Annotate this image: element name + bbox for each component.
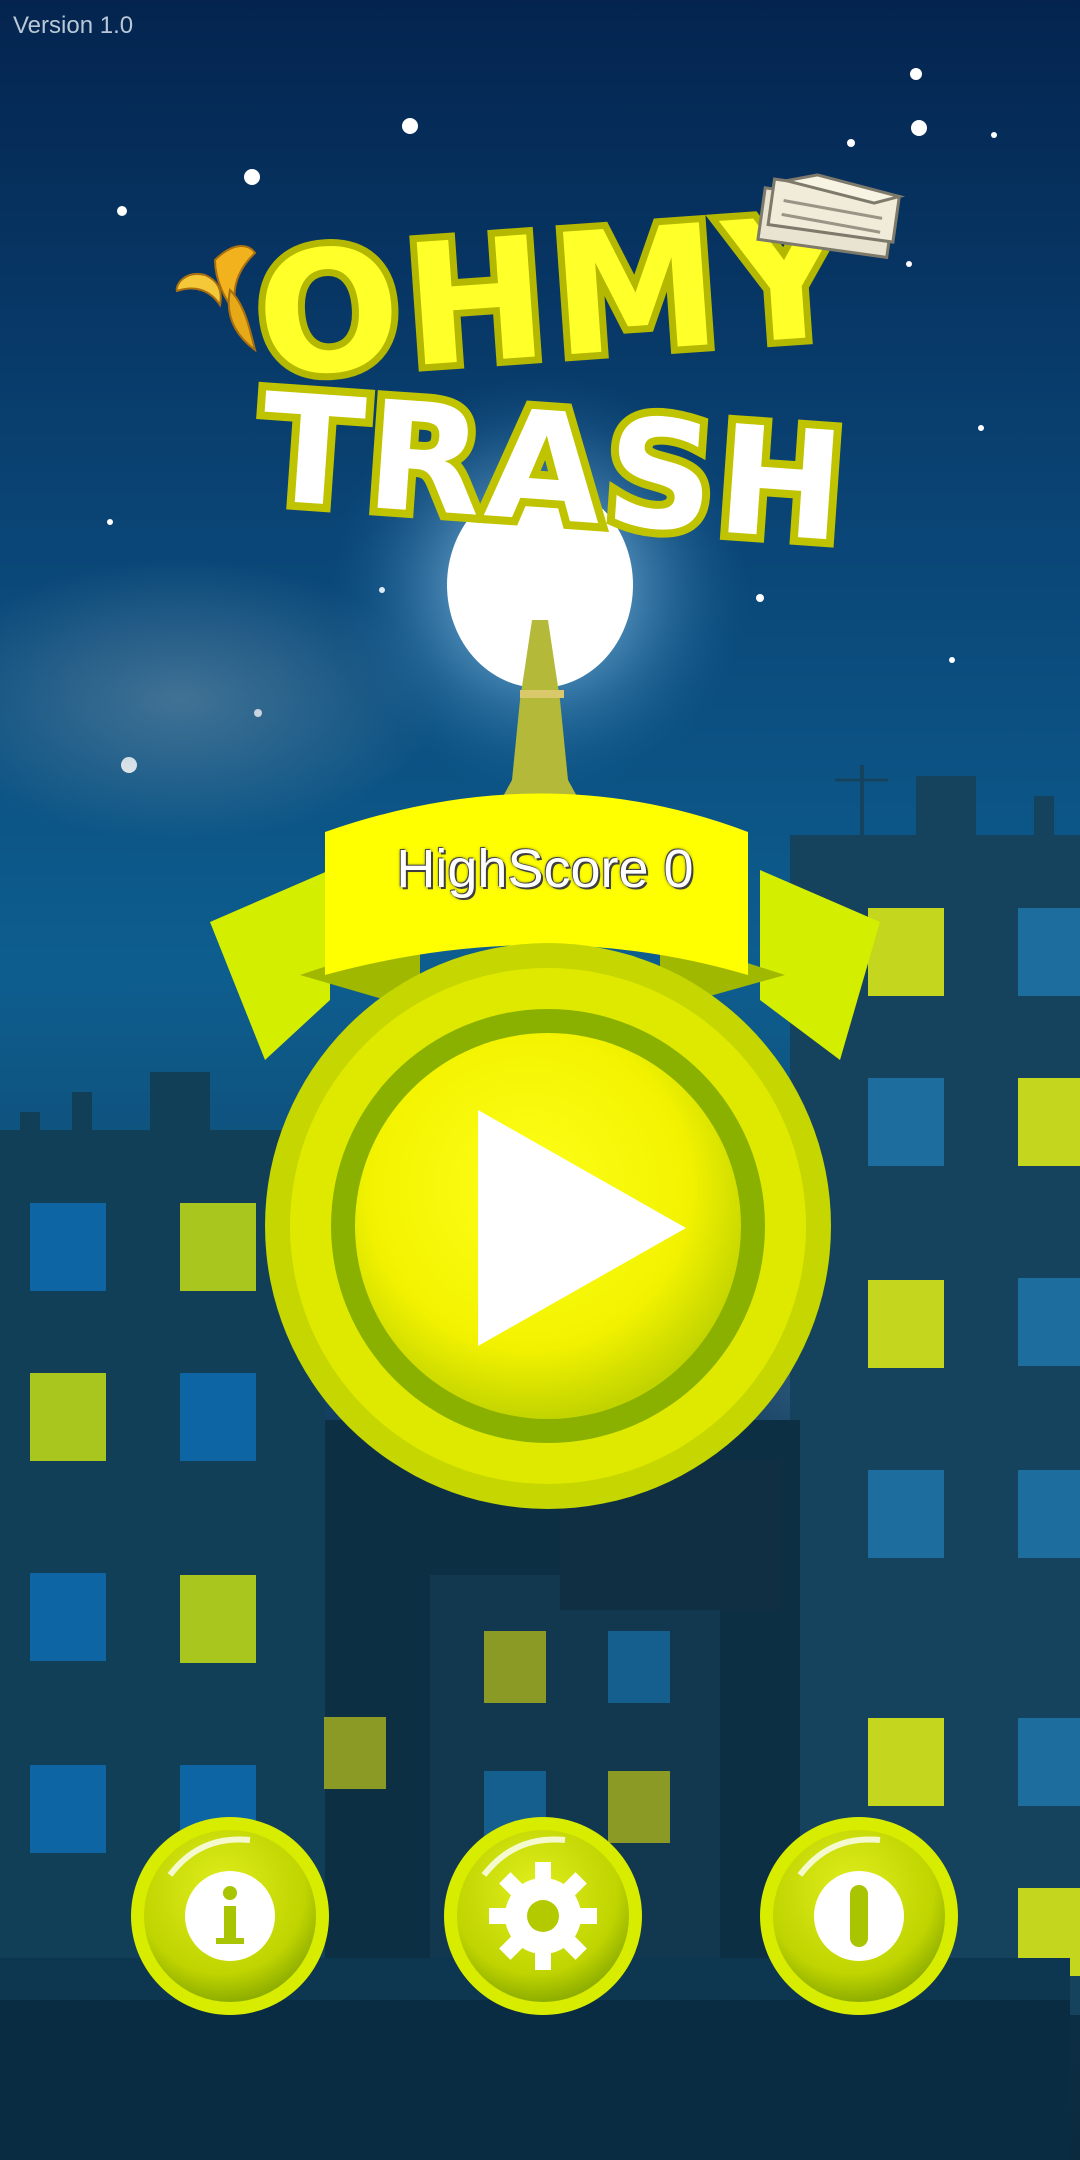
settings-button[interactable] — [444, 1817, 642, 2015]
highscore-text: HighScore 0 — [396, 839, 694, 899]
street-lower — [0, 2000, 1070, 2160]
info-button[interactable] — [131, 1817, 329, 2015]
play-button[interactable] — [266, 944, 830, 1508]
version-label: Version 1.0 — [13, 12, 134, 39]
exit-button[interactable] — [760, 1817, 958, 2015]
